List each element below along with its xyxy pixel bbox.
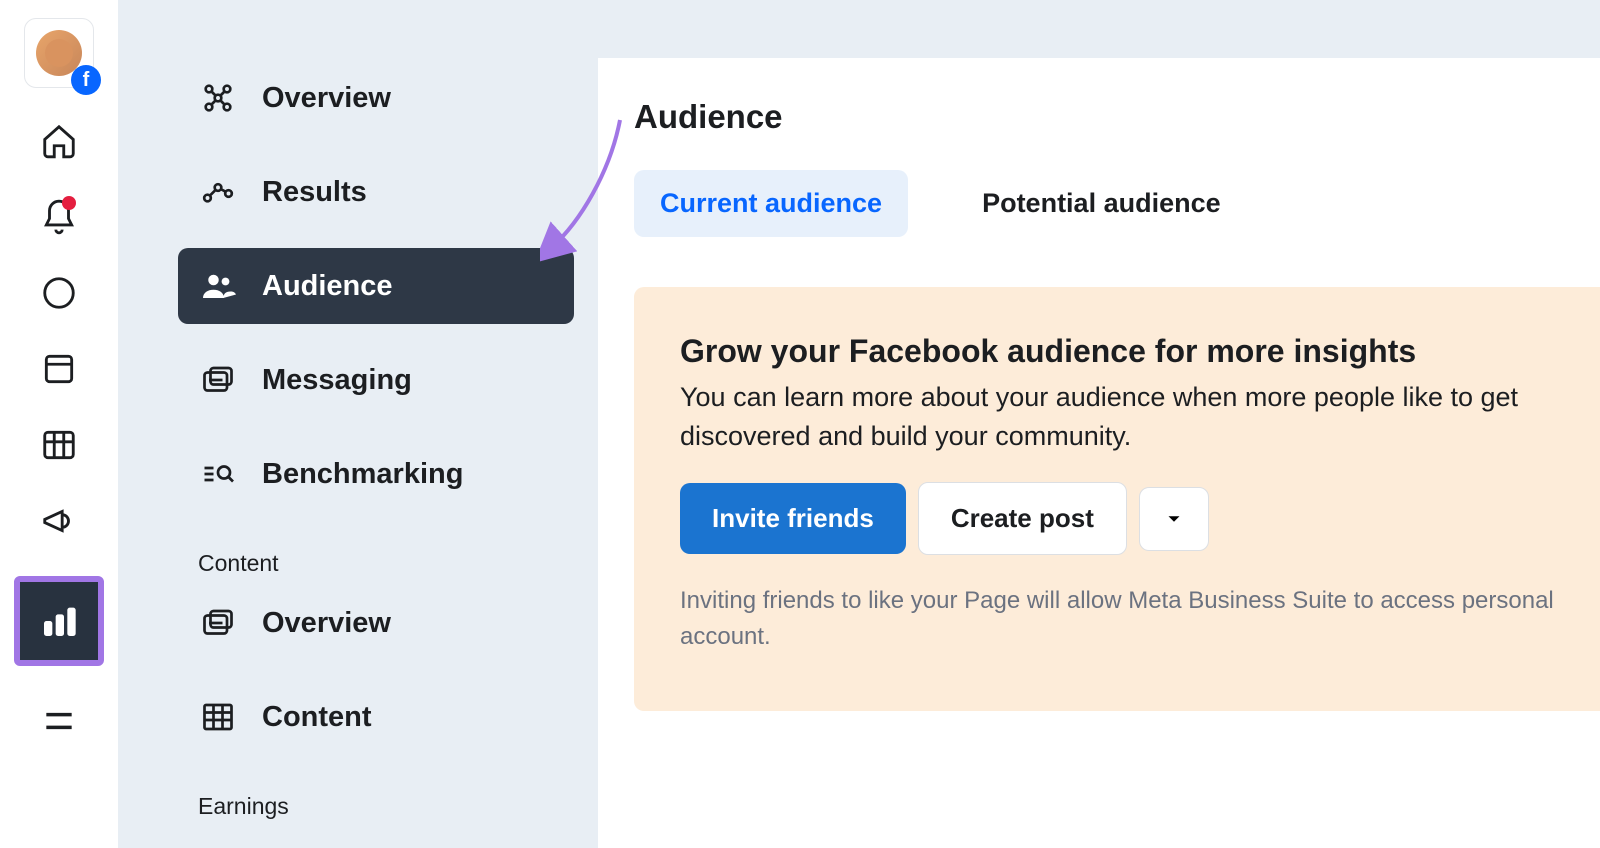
caret-down-icon <box>1163 508 1185 530</box>
nav-label: Overview <box>262 607 391 640</box>
nav-item-messaging[interactable]: Messaging <box>178 342 574 418</box>
nav-label: Audience <box>262 270 393 303</box>
nav-item-results[interactable]: Results <box>178 154 574 230</box>
posts-icon[interactable] <box>36 346 82 392</box>
nav-item-audience[interactable]: Audience <box>178 248 574 324</box>
tab-current-audience[interactable]: Current audience <box>634 170 908 237</box>
nav-label: Overview <box>262 82 391 115</box>
audience-tabs: Current audience Potential audience <box>634 170 1600 237</box>
create-post-button[interactable]: Create post <box>918 482 1127 555</box>
insights-nav-active[interactable] <box>14 576 104 666</box>
audience-icon <box>198 266 238 306</box>
insights-icon <box>36 598 82 644</box>
insights-sidebar: Overview Results Audience Messaging Benc… <box>118 0 598 848</box>
grow-card-body: You can learn more about your audience w… <box>680 378 1600 456</box>
nav-item-content-overview[interactable]: Overview <box>178 585 574 661</box>
nav-label: Content <box>262 701 372 734</box>
section-label-content: Content <box>178 530 574 585</box>
grow-card-title: Grow your Facebook audience for more ins… <box>680 333 1600 370</box>
notification-badge-icon <box>62 196 76 210</box>
page-avatar[interactable]: f <box>24 18 94 88</box>
content-overview-icon <box>198 603 238 643</box>
tab-potential-audience[interactable]: Potential audience <box>956 170 1247 237</box>
nav-item-overview[interactable]: Overview <box>178 60 574 136</box>
nav-label: Results <box>262 176 367 209</box>
more-actions-dropdown[interactable] <box>1139 487 1209 551</box>
icon-rail: f <box>0 0 118 848</box>
grow-card-note: Inviting friends to like your Page will … <box>680 583 1600 655</box>
content-table-icon <box>198 697 238 737</box>
nav-label: Benchmarking <box>262 458 463 491</box>
messaging-icon <box>198 360 238 400</box>
more-menu-icon[interactable] <box>36 698 82 744</box>
nav-item-benchmarking[interactable]: Benchmarking <box>178 436 574 512</box>
page-title: Audience <box>634 98 1600 136</box>
overview-icon <box>198 78 238 118</box>
notifications-icon[interactable] <box>36 194 82 240</box>
nav-item-content[interactable]: Content <box>178 679 574 755</box>
planner-icon[interactable] <box>36 422 82 468</box>
section-label-earnings: Earnings <box>178 773 574 828</box>
results-icon <box>198 172 238 212</box>
inbox-icon[interactable] <box>36 270 82 316</box>
ads-icon[interactable] <box>36 498 82 544</box>
nav-label: Messaging <box>262 364 412 397</box>
grow-audience-card: Grow your Facebook audience for more ins… <box>634 287 1600 711</box>
home-icon[interactable] <box>36 118 82 164</box>
invite-friends-button[interactable]: Invite friends <box>680 483 906 554</box>
main-panel: Audience Current audience Potential audi… <box>598 58 1600 848</box>
benchmarking-icon <box>198 454 238 494</box>
facebook-badge-icon: f <box>71 65 101 95</box>
